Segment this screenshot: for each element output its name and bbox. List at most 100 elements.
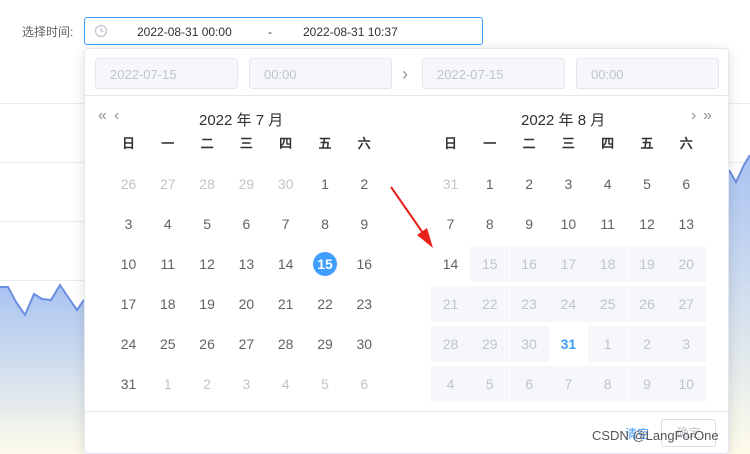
range-end-value[interactable]: 2022-08-31 10:37 bbox=[303, 25, 398, 39]
date-cell[interactable]: 28 bbox=[188, 166, 227, 202]
date-cell[interactable]: 24 bbox=[109, 326, 148, 362]
date-cell[interactable]: 23 bbox=[345, 286, 384, 322]
date-cell[interactable]: 5 bbox=[628, 166, 667, 202]
date-number: 14 bbox=[442, 256, 459, 272]
date-cell[interactable]: 21 bbox=[266, 286, 305, 322]
date-cell[interactable]: 3 bbox=[109, 206, 148, 242]
date-cell[interactable]: 27 bbox=[148, 166, 187, 202]
date-cell[interactable]: 3 bbox=[227, 366, 266, 402]
date-cell[interactable]: 16 bbox=[345, 246, 384, 282]
date-number: 13 bbox=[678, 216, 695, 232]
weekday-label: 四 bbox=[601, 136, 615, 151]
date-cell[interactable]: 3 bbox=[549, 166, 588, 202]
date-cell[interactable]: 2 bbox=[510, 166, 549, 202]
next-month-button[interactable]: › bbox=[691, 107, 697, 125]
date-cell[interactable]: 1 bbox=[148, 366, 187, 402]
range-start-value[interactable]: 2022-08-31 00:00 bbox=[137, 25, 232, 39]
date-cell[interactable]: 11 bbox=[588, 206, 627, 242]
time-label: 选择时间: bbox=[22, 25, 74, 39]
date-cell[interactable]: 29 bbox=[306, 326, 345, 362]
start-date-input[interactable]: 2022-07-15 bbox=[95, 58, 238, 89]
date-cell[interactable]: 9 bbox=[510, 206, 549, 242]
date-cell[interactable]: 1 bbox=[470, 166, 509, 202]
date-number: 26 bbox=[199, 336, 215, 352]
date-cell: 4 bbox=[431, 366, 470, 402]
weekday-label: 三 bbox=[239, 136, 253, 151]
date-cell[interactable]: 6 bbox=[227, 206, 266, 242]
end-time-input[interactable]: 00:00 bbox=[576, 58, 719, 89]
date-cell[interactable]: 2 bbox=[188, 366, 227, 402]
date-cell[interactable]: 1 bbox=[306, 166, 345, 202]
date-number: 3 bbox=[124, 216, 133, 232]
date-cell[interactable]: 4 bbox=[148, 206, 187, 242]
date-cell[interactable]: 14 bbox=[266, 246, 305, 282]
date-cell[interactable]: 30 bbox=[345, 326, 384, 362]
date-cell[interactable]: 5 bbox=[188, 206, 227, 242]
date-number: 6 bbox=[360, 376, 369, 392]
date-number: 18 bbox=[599, 256, 616, 272]
date-cell[interactable]: 17 bbox=[109, 286, 148, 322]
date-cell[interactable]: 5 bbox=[306, 366, 345, 402]
today-date-cell[interactable]: 31 bbox=[549, 326, 588, 362]
date-cell[interactable]: 18 bbox=[148, 286, 187, 322]
date-cell[interactable]: 8 bbox=[470, 206, 509, 242]
date-cell[interactable]: 8 bbox=[306, 206, 345, 242]
date-cell[interactable]: 10 bbox=[109, 246, 148, 282]
date-cell[interactable]: 6 bbox=[667, 166, 706, 202]
selected-date-cell[interactable]: 15 bbox=[306, 246, 345, 282]
date-cell[interactable]: 9 bbox=[345, 206, 384, 242]
date-range-input[interactable]: 2022-08-31 00:00 - 2022-08-31 10:37 bbox=[84, 17, 483, 45]
date-number: 2 bbox=[203, 376, 211, 392]
date-cell[interactable]: 11 bbox=[148, 246, 187, 282]
date-number: 22 bbox=[482, 296, 498, 312]
date-number: 19 bbox=[639, 256, 655, 272]
date-cell[interactable]: 20 bbox=[227, 286, 266, 322]
date-cell[interactable]: 26 bbox=[188, 326, 227, 362]
date-number: 2 bbox=[643, 336, 651, 352]
date-number: 4 bbox=[281, 376, 290, 392]
date-number: 5 bbox=[321, 376, 329, 392]
date-number: 28 bbox=[199, 176, 215, 192]
date-cell: 19 bbox=[627, 246, 667, 282]
date-cell: 22 bbox=[470, 286, 510, 322]
date-cell[interactable]: 13 bbox=[667, 206, 706, 242]
date-number: 7 bbox=[281, 216, 290, 232]
date-cell[interactable]: 10 bbox=[549, 206, 588, 242]
date-cell[interactable]: 30 bbox=[266, 166, 305, 202]
date-cell[interactable]: 2 bbox=[345, 166, 384, 202]
date-cell[interactable]: 4 bbox=[266, 366, 305, 402]
date-cell[interactable]: 27 bbox=[227, 326, 266, 362]
date-number: 29 bbox=[238, 176, 255, 192]
date-cell[interactable]: 4 bbox=[588, 166, 627, 202]
date-cell[interactable]: 12 bbox=[188, 246, 227, 282]
date-cell[interactable]: 28 bbox=[266, 326, 305, 362]
date-cell[interactable]: 29 bbox=[227, 166, 266, 202]
date-cell[interactable]: 19 bbox=[188, 286, 227, 322]
date-number: 21 bbox=[277, 296, 294, 312]
date-number: 16 bbox=[521, 256, 537, 272]
date-cell: 9 bbox=[627, 366, 667, 402]
date-number: 27 bbox=[160, 176, 176, 192]
date-number: 30 bbox=[356, 336, 373, 352]
date-number: 24 bbox=[560, 296, 577, 312]
date-cell: 2 bbox=[627, 326, 667, 362]
date-number: 22 bbox=[317, 296, 333, 312]
date-cell: 10 bbox=[666, 366, 706, 402]
date-cell[interactable]: 12 bbox=[628, 206, 667, 242]
date-number: 10 bbox=[120, 256, 137, 272]
date-cell[interactable]: 7 bbox=[266, 206, 305, 242]
date-cell[interactable]: 25 bbox=[148, 326, 187, 362]
date-cell[interactable]: 22 bbox=[306, 286, 345, 322]
start-time-input[interactable]: 00:00 bbox=[249, 58, 392, 89]
date-cell[interactable]: 31 bbox=[109, 366, 148, 402]
range-separator: - bbox=[268, 25, 272, 39]
end-date-input[interactable]: 2022-07-15 bbox=[422, 58, 565, 89]
date-cell: 3 bbox=[666, 326, 706, 362]
date-cell[interactable]: 6 bbox=[345, 366, 384, 402]
background-area-right bbox=[729, 155, 750, 454]
prev-year-button[interactable]: « bbox=[98, 107, 107, 125]
date-cell[interactable]: 26 bbox=[109, 166, 148, 202]
date-cell[interactable]: 13 bbox=[227, 246, 266, 282]
next-year-button[interactable]: » bbox=[703, 107, 712, 125]
prev-month-button[interactable]: ‹ bbox=[114, 107, 120, 125]
